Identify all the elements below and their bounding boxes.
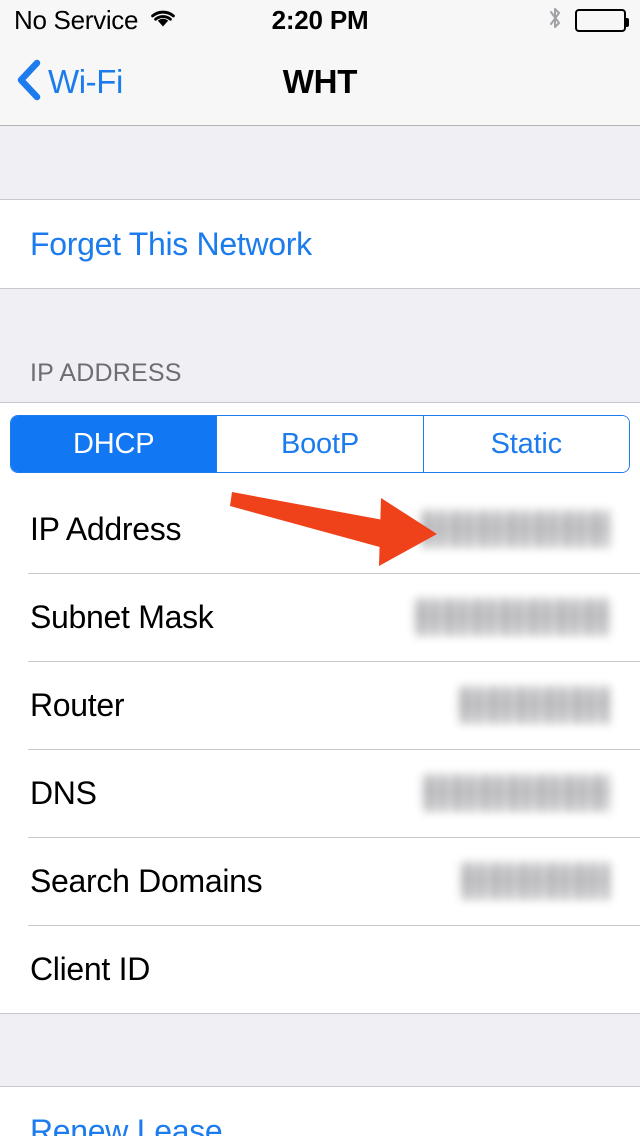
chevron-left-icon (16, 58, 42, 107)
wifi-icon (148, 7, 178, 34)
row-client-id[interactable]: Client ID (0, 925, 640, 1013)
forget-network-group: Forget This Network (0, 200, 640, 288)
carrier-label: No Service (14, 5, 139, 35)
battery-icon (575, 8, 629, 32)
section-gap-top (0, 126, 640, 200)
ip-config-segmented-control[interactable]: DHCP BootP Static (10, 415, 630, 473)
row-search-domains[interactable]: Search Domains (0, 837, 640, 925)
row-value-search-domains-redacted (460, 862, 610, 900)
ip-address-rows-group: IP Address Subnet Mask Router DNS Search… (0, 485, 640, 1013)
ip-config-segmented-wrap: DHCP BootP Static (0, 403, 640, 485)
lease-group: Renew Lease (0, 1087, 640, 1136)
row-ip-address[interactable]: IP Address (0, 485, 640, 573)
segment-bootp[interactable]: BootP (216, 416, 423, 472)
segment-static[interactable]: Static (422, 416, 629, 472)
row-label-subnet-mask: Subnet Mask (30, 598, 214, 635)
ios-wifi-network-detail-screen: No Service 2:20 PM Wi-Fi WHT Forget This… (0, 0, 640, 1136)
status-bar: No Service 2:20 PM (0, 0, 640, 40)
ip-address-section-label: IP ADDRESS (30, 359, 182, 387)
row-label-dns: DNS (30, 774, 97, 811)
row-value-ip-address-redacted (420, 510, 610, 548)
status-bar-right (547, 5, 629, 36)
back-button-label: Wi-Fi (48, 63, 123, 100)
back-button[interactable]: Wi-Fi (16, 40, 123, 124)
forget-this-network-row[interactable]: Forget This Network (0, 200, 640, 288)
navigation-bar: Wi-Fi WHT (0, 40, 640, 126)
bluetooth-icon (547, 5, 563, 36)
row-value-router-redacted (458, 686, 610, 724)
ip-address-section-header: IP ADDRESS (0, 288, 640, 403)
segment-dhcp[interactable]: DHCP (11, 416, 217, 472)
row-label-search-domains: Search Domains (30, 862, 263, 899)
row-subnet-mask[interactable]: Subnet Mask (0, 573, 640, 661)
row-label-ip-address: IP Address (30, 510, 182, 547)
row-value-subnet-mask-redacted (414, 598, 610, 636)
row-label-router: Router (30, 686, 125, 723)
section-gap-lease (0, 1013, 640, 1087)
forget-this-network-label: Forget This Network (30, 225, 312, 262)
renew-lease-row[interactable]: Renew Lease (0, 1087, 640, 1136)
renew-lease-label: Renew Lease (30, 1112, 223, 1136)
row-label-client-id: Client ID (30, 950, 151, 987)
row-value-dns-redacted (422, 774, 610, 812)
row-router[interactable]: Router (0, 661, 640, 749)
row-dns[interactable]: DNS (0, 749, 640, 837)
status-bar-left: No Service (14, 7, 178, 34)
